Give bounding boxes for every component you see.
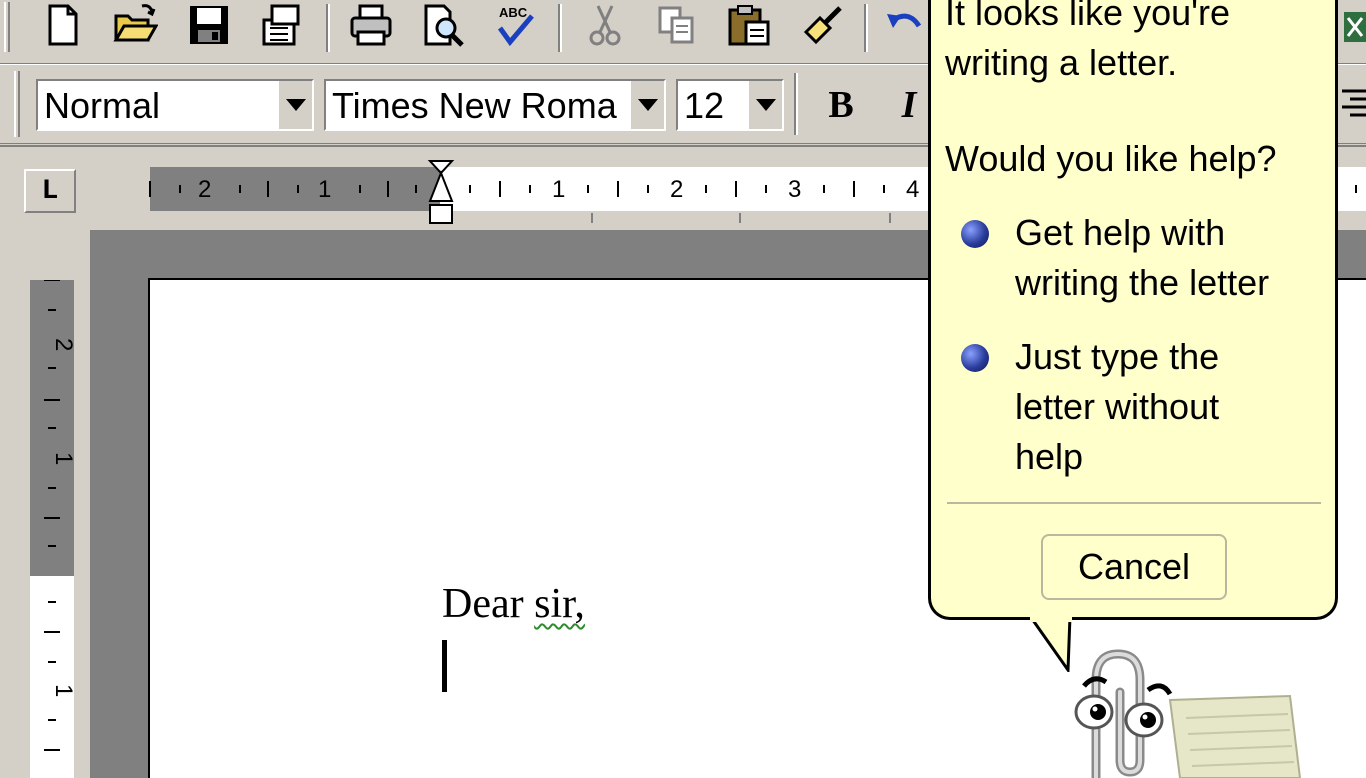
copy-icon (654, 2, 700, 53)
letter-greeting[interactable]: Dear sir, (442, 580, 585, 628)
spelling-grammar-icon: ABC (492, 2, 538, 53)
ruler-label: 3 (788, 176, 801, 203)
open-button[interactable] (108, 2, 162, 52)
ruler-label: 4 (906, 176, 919, 203)
italic-button[interactable]: I (884, 79, 934, 131)
ruler-label: 1 (50, 452, 74, 465)
toolbar-separator (794, 73, 798, 135)
get-help-option[interactable]: Get help with writing the letter (961, 208, 1321, 308)
toolbar-separator (864, 4, 868, 52)
ruler-label: 1 (552, 176, 565, 203)
text-cursor (442, 640, 447, 692)
style-value: Normal (44, 85, 161, 126)
save-disk-icon (186, 2, 232, 53)
ruler-label: 2 (198, 176, 211, 203)
chevron-down-icon[interactable] (748, 81, 782, 129)
toolbar-overflow-icon[interactable] (1340, 6, 1366, 48)
permission-icon (258, 2, 304, 53)
option-label-line: letter without (1015, 386, 1220, 427)
vertical-ruler-bar: 2 1 1 (0, 230, 90, 778)
option-label-line: Get help with (1015, 212, 1226, 253)
paste-clipboard-icon (726, 2, 772, 53)
assistant-intro: It looks like you're writing a letter. (945, 0, 1230, 88)
undo-button[interactable] (880, 2, 928, 52)
balloon-divider (947, 502, 1321, 504)
just-type-option[interactable]: Just type the letter without help (961, 332, 1321, 482)
assistant-question: Would you like help? (945, 138, 1277, 179)
ruler-label: 2 (670, 176, 683, 203)
cancel-button[interactable]: Cancel (1041, 534, 1227, 600)
option-bullet-icon (961, 344, 989, 372)
spelling-grammar-button[interactable]: ABC (488, 2, 542, 52)
font-size-value: 12 (684, 85, 725, 126)
open-folder-icon (112, 2, 159, 53)
option-label-line: help (1015, 436, 1084, 477)
print-icon (348, 2, 394, 53)
font-value: Times New Roma (332, 85, 617, 126)
greeting-word: Dear (442, 581, 524, 627)
toolbar-grip[interactable] (14, 71, 20, 137)
assistant-intro-line: It looks like you're (945, 0, 1230, 33)
option-label: Just type the letter without help (1015, 332, 1219, 482)
assistant-intro-line: writing a letter. (945, 42, 1178, 83)
cut-button[interactable] (578, 2, 632, 52)
new-document-icon (40, 2, 86, 53)
cut-scissors-icon (582, 2, 628, 53)
ruler-label: 2 (50, 338, 74, 351)
paste-button[interactable] (722, 2, 776, 52)
bold-button[interactable]: B (816, 79, 866, 131)
font-dropdown[interactable]: Times New Roma (324, 79, 666, 131)
print-preview-icon (420, 2, 466, 53)
save-button[interactable] (182, 2, 236, 52)
copy-button[interactable] (650, 2, 704, 52)
toolbar-separator (558, 4, 562, 52)
option-label-line: Just type the (1015, 336, 1220, 377)
vertical-ruler[interactable]: 2 1 1 (30, 280, 74, 778)
undo-icon (881, 2, 927, 53)
chevron-down-icon[interactable] (278, 81, 312, 129)
option-bullet-icon (961, 220, 989, 248)
style-dropdown[interactable]: Normal (36, 79, 314, 131)
tab-selector-button[interactable]: L (24, 169, 76, 213)
format-painter-icon (798, 2, 844, 53)
svg-text:ABC: ABC (499, 5, 528, 20)
print-preview-button[interactable] (416, 2, 470, 52)
align-right-icon[interactable] (1336, 87, 1366, 123)
ruler-label: 1 (318, 176, 331, 203)
permission-button[interactable] (254, 2, 308, 52)
print-button[interactable] (344, 2, 398, 52)
ruler-label: 1 (50, 684, 74, 697)
toolbar-separator (326, 4, 330, 52)
font-size-dropdown[interactable]: 12 (676, 79, 784, 131)
toolbar-grip[interactable] (4, 2, 10, 52)
new-document-button[interactable] (36, 2, 90, 52)
option-label-line: writing the letter (1015, 262, 1270, 303)
tab-stop-left-icon: L (41, 175, 59, 207)
assistant-balloon: It looks like you're writing a letter. W… (928, 0, 1338, 620)
format-painter-button[interactable] (794, 2, 848, 52)
indent-marker-icon[interactable] (427, 160, 455, 224)
paperclip-assistant-icon[interactable] (1060, 640, 1310, 778)
chevron-down-icon[interactable] (630, 81, 664, 129)
option-label: Get help with writing the letter (1015, 208, 1269, 308)
grammar-flagged-word[interactable]: sir, (534, 581, 585, 627)
